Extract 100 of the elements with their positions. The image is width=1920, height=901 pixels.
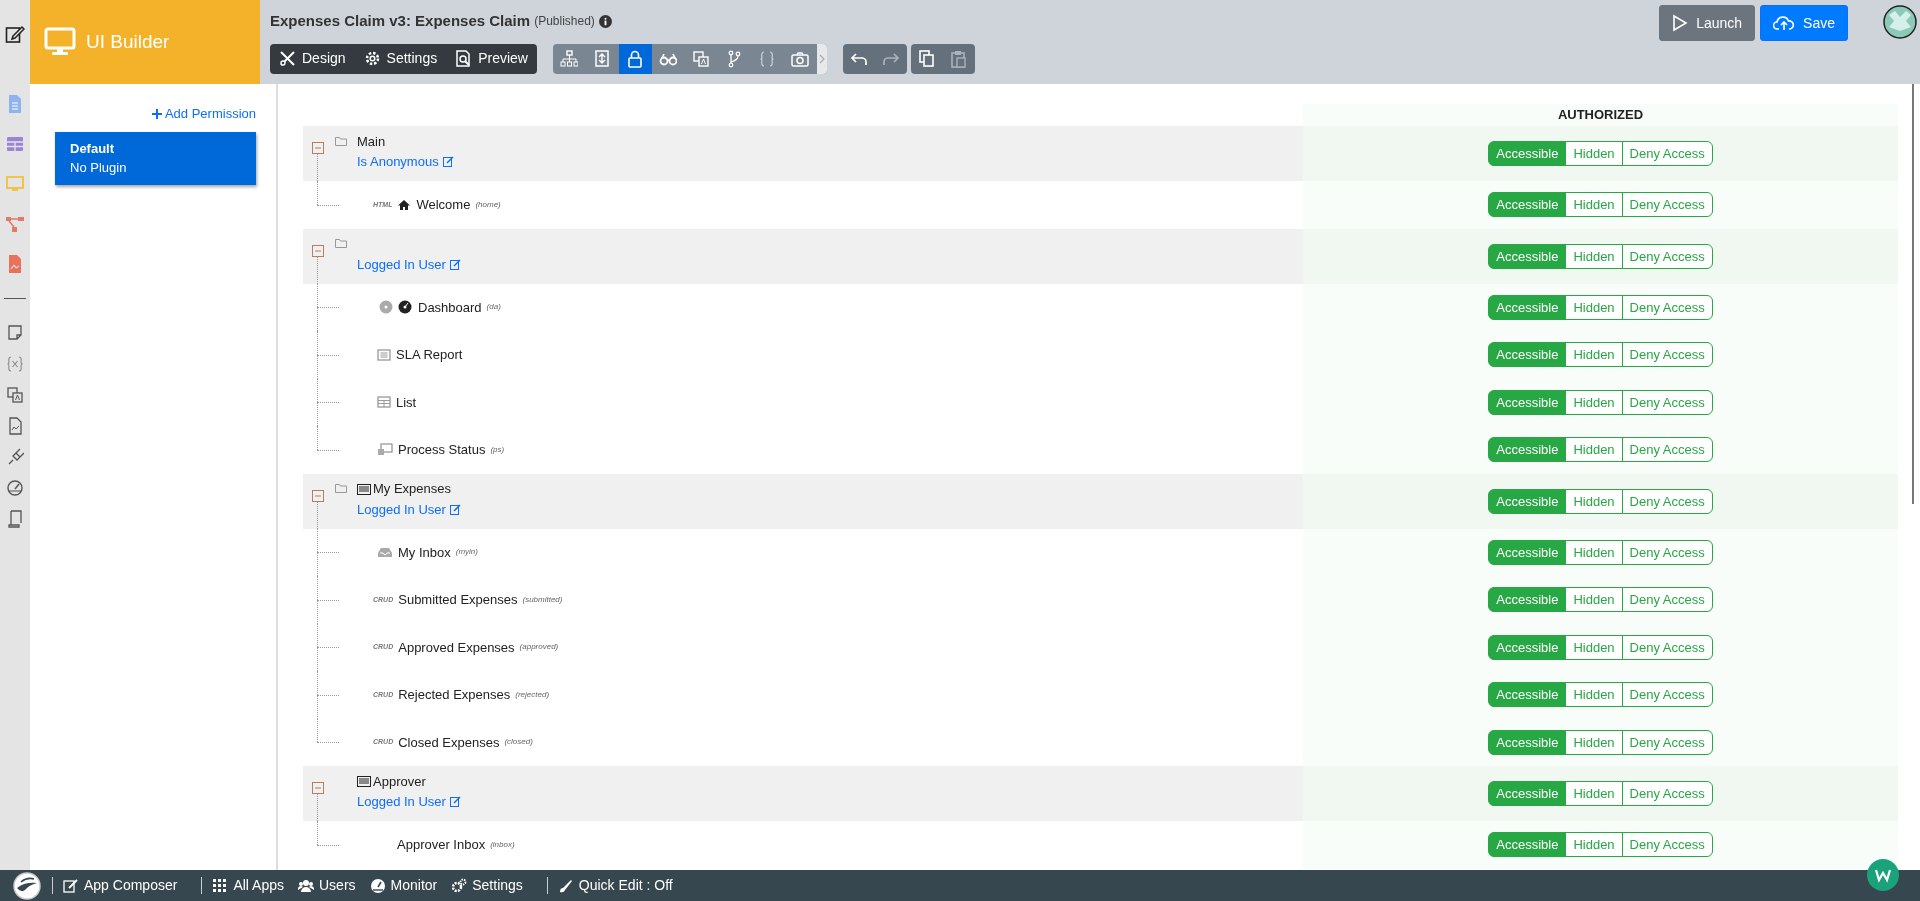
access-option[interactable]: Accessible bbox=[1488, 389, 1567, 415]
plugin-icon[interactable] bbox=[6, 446, 24, 467]
all-apps-link[interactable]: All Apps bbox=[212, 875, 284, 896]
access-option[interactable]: Accessible bbox=[1488, 192, 1567, 218]
access-option[interactable]: Hidden bbox=[1565, 682, 1623, 708]
access-option[interactable]: Deny Access bbox=[1621, 832, 1713, 858]
menu-item[interactable]: Process Status bbox=[398, 440, 486, 460]
access-option[interactable]: Accessible bbox=[1488, 342, 1567, 368]
script-icon[interactable] bbox=[6, 508, 24, 529]
menu-item[interactable]: SLA Report bbox=[396, 345, 463, 365]
access-option[interactable]: Accessible bbox=[1488, 141, 1567, 166]
access-option[interactable]: Deny Access bbox=[1621, 729, 1713, 755]
access-option[interactable]: Deny Access bbox=[1621, 342, 1713, 368]
preview-button[interactable]: Preview bbox=[446, 43, 537, 74]
report-file-icon[interactable] bbox=[6, 415, 24, 436]
access-option[interactable]: Hidden bbox=[1565, 634, 1623, 660]
condition-link[interactable]: Is Anonymous bbox=[357, 152, 454, 172]
scrollbar[interactable] bbox=[1912, 84, 1914, 504]
settings-link[interactable]: Settings bbox=[451, 875, 523, 896]
menu-item[interactable]: My Inbox bbox=[398, 542, 451, 562]
settings-button[interactable]: Settings bbox=[354, 43, 447, 74]
access-option[interactable]: Accessible bbox=[1488, 832, 1567, 858]
lock-button[interactable] bbox=[619, 43, 652, 74]
access-option[interactable]: Accessible bbox=[1488, 294, 1567, 320]
access-option[interactable]: Hidden bbox=[1565, 488, 1623, 514]
access-option[interactable]: Accessible bbox=[1488, 729, 1567, 755]
condition-link[interactable]: Logged In User bbox=[357, 499, 461, 519]
app-composer-link[interactable]: App Composer bbox=[63, 875, 178, 896]
access-option[interactable]: Deny Access bbox=[1621, 488, 1713, 514]
condition-link[interactable]: Logged In User bbox=[357, 254, 461, 274]
menu-item[interactable]: Submitted Expenses bbox=[398, 590, 518, 610]
access-option[interactable]: Hidden bbox=[1565, 437, 1623, 463]
tools-icon bbox=[279, 50, 296, 67]
quick-edit-toggle[interactable]: Quick Edit : Off bbox=[557, 875, 673, 896]
chat-icon[interactable] bbox=[1866, 858, 1900, 892]
save-button[interactable]: Save bbox=[1760, 5, 1848, 41]
access-option[interactable]: Hidden bbox=[1565, 243, 1623, 269]
access-option[interactable]: Accessible bbox=[1488, 488, 1567, 514]
edit-icon[interactable] bbox=[5, 24, 25, 44]
access-option[interactable]: Hidden bbox=[1565, 587, 1623, 613]
access-option[interactable]: Accessible bbox=[1488, 243, 1567, 269]
access-option[interactable]: Accessible bbox=[1488, 587, 1567, 613]
menu-category[interactable]: My Expenses bbox=[373, 479, 452, 499]
collapse-icon[interactable] bbox=[312, 489, 324, 502]
access-option[interactable]: Hidden bbox=[1565, 294, 1623, 320]
avatar-icon[interactable] bbox=[1883, 5, 1917, 39]
pdf-icon[interactable] bbox=[6, 254, 24, 274]
gauge-icon[interactable] bbox=[6, 477, 24, 498]
collapse-icon[interactable] bbox=[312, 782, 324, 794]
access-option[interactable]: Hidden bbox=[1565, 141, 1623, 166]
access-option[interactable]: Hidden bbox=[1565, 832, 1623, 858]
menu-item[interactable]: List bbox=[396, 392, 417, 412]
access-option[interactable]: Accessible bbox=[1488, 437, 1567, 463]
menu-item[interactable]: Approver Inbox bbox=[397, 835, 486, 855]
note-icon[interactable] bbox=[6, 322, 24, 343]
menu-category[interactable]: Approver bbox=[373, 771, 426, 792]
access-option[interactable]: Deny Access bbox=[1621, 192, 1713, 218]
chevron-icon[interactable] bbox=[819, 53, 825, 64]
menu-item[interactable]: Dashboard bbox=[418, 297, 482, 317]
menu-item[interactable]: Welcome bbox=[416, 195, 471, 215]
menu-item[interactable]: Closed Expenses bbox=[398, 732, 500, 752]
access-option[interactable]: Hidden bbox=[1565, 539, 1623, 565]
access-option[interactable]: Hidden bbox=[1565, 192, 1623, 218]
add-permission-link[interactable]: Add Permission bbox=[151, 104, 256, 124]
access-option[interactable]: Accessible bbox=[1488, 781, 1567, 806]
access-option[interactable]: Deny Access bbox=[1621, 682, 1713, 708]
monitor-link[interactable]: Monitor bbox=[369, 875, 438, 896]
menu-item[interactable]: Approved Expenses bbox=[398, 637, 515, 657]
condition-link[interactable]: Logged In User bbox=[357, 792, 461, 812]
access-option[interactable]: Accessible bbox=[1488, 682, 1567, 708]
logo-icon[interactable] bbox=[12, 870, 42, 901]
permission-item[interactable]: Default No Plugin bbox=[55, 131, 256, 185]
variable-icon[interactable] bbox=[6, 353, 24, 374]
launch-button[interactable]: Launch bbox=[1659, 5, 1756, 41]
access-option[interactable]: Deny Access bbox=[1621, 141, 1713, 166]
users-link[interactable]: Users bbox=[298, 875, 356, 896]
table-icon[interactable] bbox=[6, 134, 24, 154]
design-button[interactable]: Design bbox=[270, 43, 355, 74]
access-option[interactable]: Hidden bbox=[1565, 389, 1623, 415]
translate-icon[interactable] bbox=[6, 384, 24, 405]
access-option[interactable]: Accessible bbox=[1488, 634, 1567, 660]
access-option[interactable]: Hidden bbox=[1565, 729, 1623, 755]
collapse-icon[interactable] bbox=[312, 142, 324, 154]
access-option[interactable]: Deny Access bbox=[1621, 437, 1713, 463]
copy-icon bbox=[919, 50, 935, 67]
hierarchy-icon[interactable] bbox=[6, 214, 24, 234]
access-option[interactable]: Deny Access bbox=[1621, 389, 1713, 415]
collapse-icon[interactable] bbox=[312, 244, 324, 257]
access-option[interactable]: Accessible bbox=[1488, 539, 1567, 565]
menu-category[interactable]: Main bbox=[357, 131, 386, 152]
info-icon[interactable] bbox=[598, 14, 612, 28]
access-option[interactable]: Hidden bbox=[1565, 342, 1623, 368]
access-option[interactable]: Deny Access bbox=[1621, 634, 1713, 660]
access-option[interactable]: Hidden bbox=[1565, 781, 1623, 806]
access-option[interactable]: Deny Access bbox=[1621, 587, 1713, 613]
menu-item[interactable]: Rejected Expenses bbox=[398, 685, 511, 705]
access-option[interactable]: Deny Access bbox=[1621, 781, 1713, 806]
access-option[interactable]: Deny Access bbox=[1621, 243, 1713, 269]
access-option[interactable]: Deny Access bbox=[1621, 539, 1713, 565]
access-option[interactable]: Deny Access bbox=[1621, 294, 1713, 320]
